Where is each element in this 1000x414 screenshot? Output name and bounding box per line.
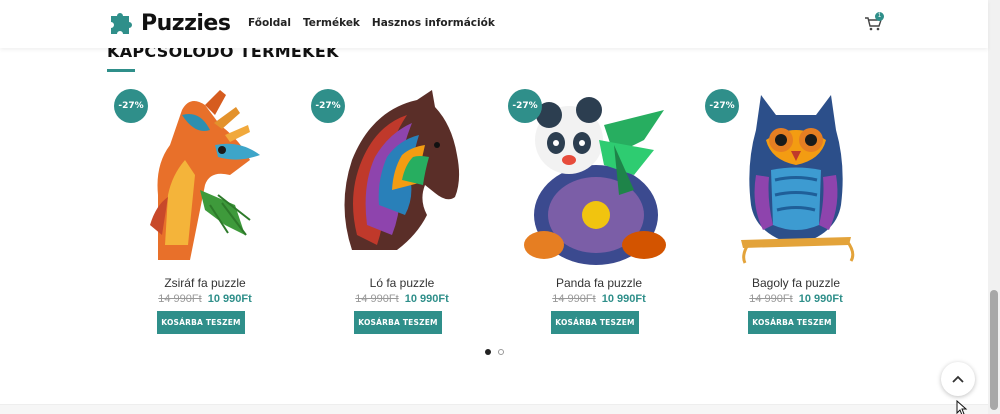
discount-badge: -27% — [705, 89, 739, 123]
price-block: 14 990Ft 10 990Ft — [110, 293, 300, 305]
add-to-cart-button[interactable]: KOSÁRBA TESZEM — [354, 311, 442, 334]
site-header: Puzzies Főoldal Termékek Hasznos informá… — [0, 0, 988, 48]
scroll-to-top-button[interactable] — [941, 362, 975, 396]
sale-price: 10 990Ft — [404, 293, 449, 305]
sale-price: 10 990Ft — [601, 293, 646, 305]
discount-badge: -27% — [508, 89, 542, 123]
carousel-dot-2[interactable] — [498, 349, 504, 355]
price-block: 14 990Ft 10 990Ft — [504, 293, 694, 305]
cart-count-badge: 1 — [875, 12, 884, 21]
title-underline — [107, 69, 135, 72]
discount-badge: -27% — [114, 89, 148, 123]
price-block: 14 990Ft 10 990Ft — [701, 293, 891, 305]
product-name[interactable]: Panda fa puzzle — [504, 276, 694, 290]
sale-price: 10 990Ft — [798, 293, 843, 305]
product-name[interactable]: Zsiráf fa puzzle — [110, 276, 300, 290]
puzzle-piece-icon — [111, 13, 132, 34]
mouse-cursor-icon — [956, 400, 968, 414]
page-scrollbar[interactable] — [988, 0, 1000, 414]
scrollbar-thumb[interactable] — [990, 290, 998, 410]
old-price: 14 990Ft — [158, 293, 202, 305]
nav-item-info[interactable]: Hasznos információk — [372, 17, 495, 29]
chevron-up-icon — [952, 375, 964, 383]
old-price: 14 990Ft — [355, 293, 399, 305]
product-card: -27% Bagoly fa puzzle 14 990Ft 10 990Ft … — [701, 85, 891, 335]
product-card: -27% Zsiráf fa puzzle 14 990Ft 10 990Ft … — [110, 85, 300, 335]
old-price: 14 990Ft — [552, 293, 596, 305]
sale-price: 10 990Ft — [207, 293, 252, 305]
add-to-cart-button[interactable]: KOSÁRBA TESZEM — [748, 311, 836, 334]
footer-edge — [0, 404, 988, 414]
discount-badge: -27% — [311, 89, 345, 123]
main-nav: Főoldal Termékek Hasznos információk — [248, 17, 495, 29]
product-name[interactable]: Bagoly fa puzzle — [701, 276, 891, 290]
logo[interactable]: Puzzies — [107, 8, 231, 38]
product-card: -27% Ló fa puzzle 14 990Ft 10 990Ft KOSÁ… — [307, 85, 497, 335]
add-to-cart-button[interactable]: KOSÁRBA TESZEM — [157, 311, 245, 334]
add-to-cart-button[interactable]: KOSÁRBA TESZEM — [551, 311, 639, 334]
logo-text: Puzzies — [141, 10, 231, 36]
nav-item-products[interactable]: Termékek — [303, 17, 360, 29]
price-block: 14 990Ft 10 990Ft — [307, 293, 497, 305]
carousel-dot-1[interactable] — [485, 349, 491, 355]
old-price: 14 990Ft — [749, 293, 793, 305]
product-name[interactable]: Ló fa puzzle — [307, 276, 497, 290]
nav-item-home[interactable]: Főoldal — [248, 17, 291, 29]
product-card: -27% Panda fa puzzle 14 990Ft 10 990Ft K… — [504, 85, 694, 335]
